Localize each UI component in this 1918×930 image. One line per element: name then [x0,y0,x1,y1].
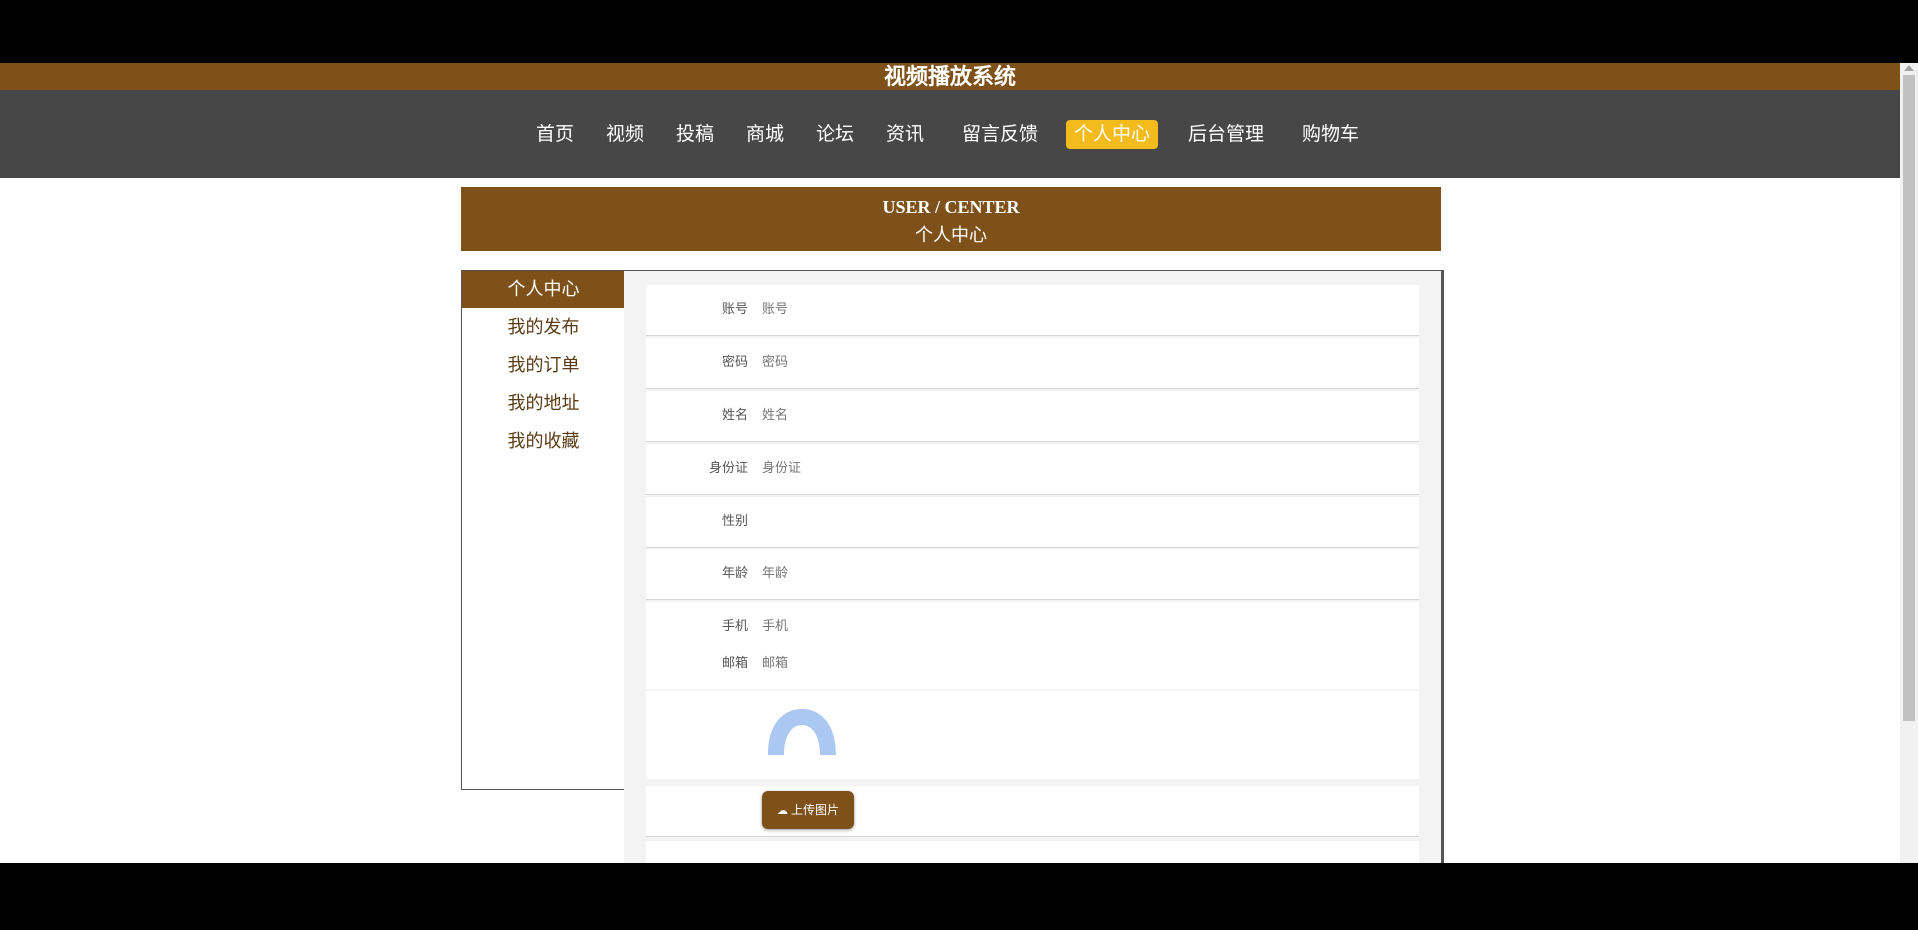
sidebar-item-my-favorites[interactable]: 我的收藏 [462,423,625,460]
nav-item-admin[interactable]: 后台管理 [1180,120,1272,149]
account-input[interactable] [762,285,1412,335]
sidebar-item-user-center[interactable]: 个人中心 [462,271,625,308]
id-card-input[interactable] [762,444,1412,494]
user-sidebar: 个人中心 我的发布 我的订单 我的地址 我的收藏 [461,270,625,790]
sidebar-item-my-address[interactable]: 我的地址 [462,385,625,422]
banner-title-cn: 个人中心 [915,225,987,245]
age-input[interactable] [762,549,1412,599]
age-label: 年龄 [721,566,748,581]
avatar-placeholder-icon [768,709,836,755]
name-input[interactable] [762,391,1412,441]
nav-item-news[interactable]: 资讯 [878,120,932,149]
nav-item-user-center[interactable]: 个人中心 [1066,120,1159,149]
nav-item-video[interactable]: 视频 [598,120,652,149]
upload-row: ☁ 上传图片 [646,786,1419,837]
account-label: 账号 [721,302,748,317]
nav-item-home[interactable]: 首页 [528,120,582,149]
id-card-label: 身份证 [708,461,748,476]
section-banner: USER / CENTER 个人中心 [461,187,1441,251]
page-scrollbar[interactable] [1900,63,1918,863]
form-row-name: 姓名 [646,391,1419,442]
sidebar-item-my-orders[interactable]: 我的订单 [462,347,625,384]
form-row-email: 邮箱 [646,639,1419,689]
main-nav: 首页 视频 投稿 商城 论坛 资讯 留言反馈 个人中心 后台管理 购物车 [0,90,1900,178]
form-row-password: 密码 [646,338,1419,389]
password-input[interactable] [762,338,1412,388]
form-row-age: 年龄 [646,549,1419,600]
name-label: 姓名 [721,408,748,423]
upload-image-label: 上传图片 [790,803,839,817]
email-input[interactable] [762,639,1412,689]
form-row-id-card: 身份证 [646,444,1419,495]
email-label: 邮箱 [721,656,748,671]
gender-label: 性别 [721,514,748,529]
upload-image-button[interactable]: ☁ 上传图片 [762,791,854,829]
app-title: 视频播放系统 [0,63,1900,90]
nav-item-submit[interactable]: 投稿 [668,120,722,149]
password-label: 密码 [721,355,748,370]
form-row-partial [646,841,1419,863]
cloud-upload-icon: ☁ [776,804,788,817]
nav-item-cart[interactable]: 购物车 [1294,120,1367,149]
page: 视频播放系统 首页 视频 投稿 商城 论坛 资讯 留言反馈 个人中心 后台管理 … [0,63,1900,863]
nav-item-mall[interactable]: 商城 [738,120,792,149]
form-row-account: 账号 [646,285,1419,336]
form-row-gender: 性别 [646,497,1419,548]
nav-item-forum[interactable]: 论坛 [808,120,862,149]
scroll-up-arrow-icon[interactable] [1904,65,1914,71]
nav-item-feedback[interactable]: 留言反馈 [954,120,1046,149]
sidebar-item-my-posts[interactable]: 我的发布 [462,309,625,346]
scrollbar-thumb[interactable] [1903,75,1915,721]
avatar-preview-box [646,691,1419,779]
profile-form: 账号 密码 姓名 身份证 性别 年龄 手机 邮箱 [624,270,1444,863]
banner-title-en: USER / CENTER [882,197,1020,217]
gender-select[interactable] [762,497,1412,547]
